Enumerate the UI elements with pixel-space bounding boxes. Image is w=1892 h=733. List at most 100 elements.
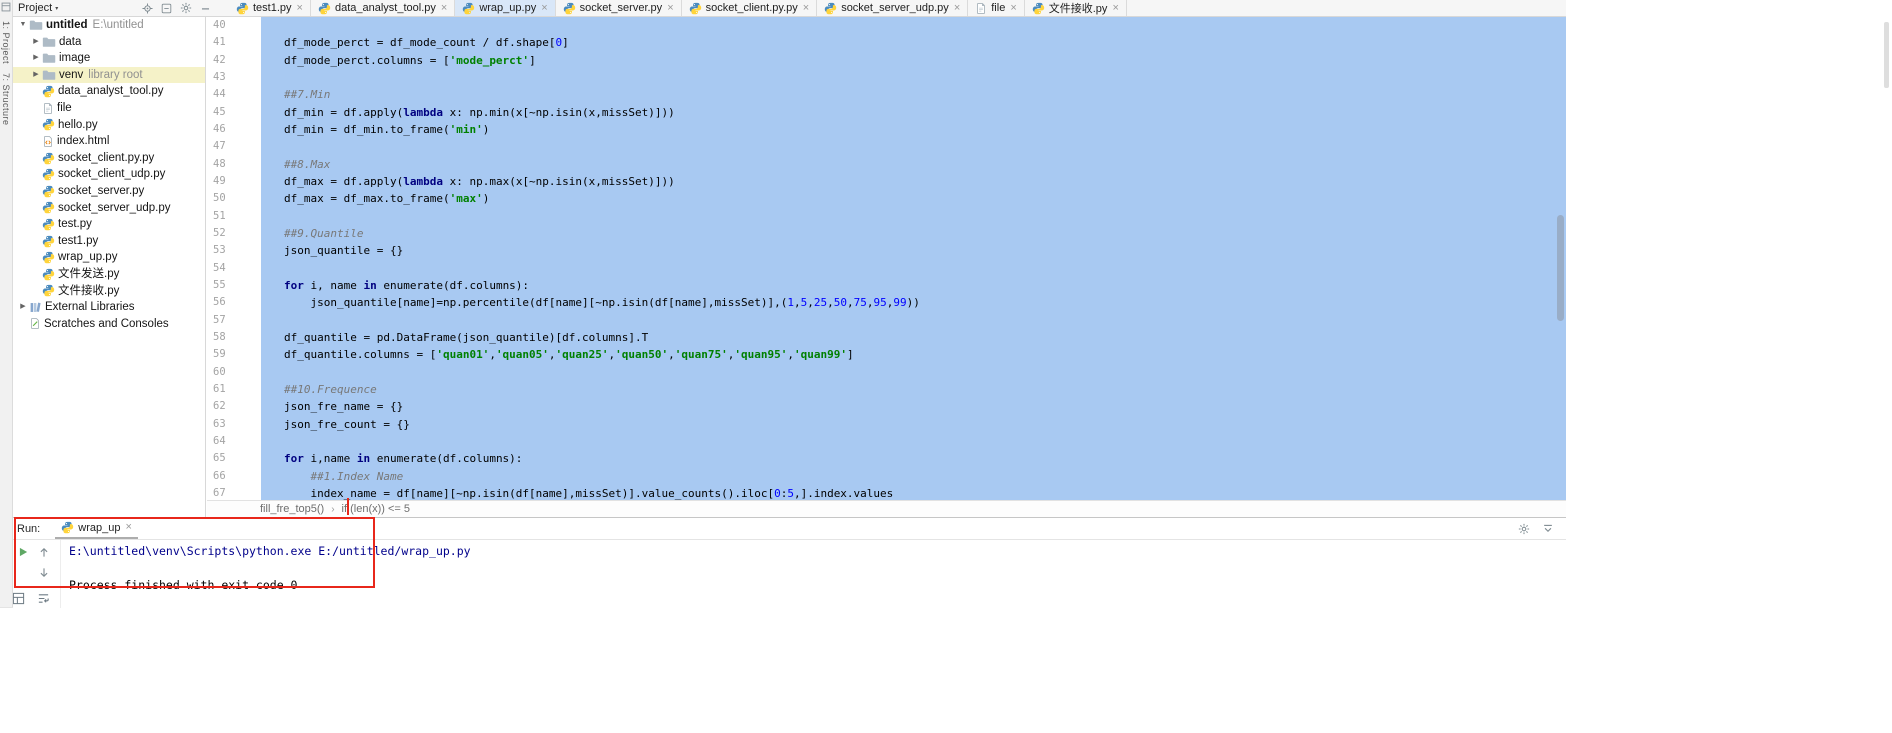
line-number[interactable]: 45: [207, 104, 261, 121]
code-text[interactable]: df_quantile = pd.DataFrame(json_quantile…: [261, 328, 1566, 347]
line-number[interactable]: 47: [207, 138, 261, 155]
code-text[interactable]: for i, name in enumerate(df.columns):: [261, 276, 1566, 295]
restore-layout-icon[interactable]: [12, 592, 25, 605]
caret-down-icon[interactable]: ▾: [55, 5, 58, 12]
close-icon[interactable]: ×: [1010, 2, 1016, 14]
line-number[interactable]: 48: [207, 156, 261, 173]
tab-socket-server-udp-py[interactable]: socket_server_udp.py ×: [817, 0, 969, 16]
code-text[interactable]: ##10.Frequence: [261, 380, 1566, 399]
line-number[interactable]: 46: [207, 121, 261, 138]
code-text[interactable]: ##1.Index Name: [261, 467, 1566, 485]
breadcrumb-item-fill-fre-top5[interactable]: fill_fre_top5(): [260, 503, 324, 515]
line-number[interactable]: 40: [207, 17, 261, 34]
code-text[interactable]: [261, 432, 1566, 451]
tree-item-test-py[interactable]: test.py: [13, 216, 205, 233]
code-text[interactable]: for i,name in enumerate(df.columns):: [261, 450, 1566, 468]
close-icon[interactable]: ×: [125, 522, 131, 533]
tree-item-file[interactable]: file: [13, 100, 205, 117]
code-text[interactable]: [261, 259, 1566, 277]
code-text[interactable]: json_quantile[name]=np.percentile(df[nam…: [261, 294, 1566, 312]
line-number[interactable]: 52: [207, 225, 261, 242]
tree-item-venv[interactable]: ▶ venv library root: [13, 66, 205, 84]
hide-panel-icon[interactable]: [1542, 523, 1554, 535]
close-icon[interactable]: ×: [954, 2, 960, 14]
close-icon[interactable]: ×: [297, 2, 303, 14]
rerun-icon[interactable]: [17, 546, 29, 558]
code-text[interactable]: df_max = df_max.to_frame('max'): [261, 190, 1566, 208]
line-number[interactable]: 54: [207, 260, 261, 277]
line-number[interactable]: 57: [207, 312, 261, 329]
code-text[interactable]: [261, 17, 1566, 35]
code-text[interactable]: json_fre_name = {}: [261, 398, 1566, 416]
code-text[interactable]: ##7.Min: [261, 86, 1566, 104]
tree-item-wrap-up-py[interactable]: wrap_up.py: [13, 249, 205, 266]
tree-item-untitled[interactable]: ▼ untitled E:\untitled: [13, 17, 205, 34]
line-number[interactable]: 64: [207, 433, 261, 450]
tree-item-index-html[interactable]: index.html: [13, 133, 205, 150]
line-number[interactable]: 67: [207, 485, 261, 500]
code-text[interactable]: df_quantile.columns = ['quan01','quan05'…: [261, 346, 1566, 364]
tree-item-socket-client-py-py[interactable]: socket_client.py.py: [13, 150, 205, 167]
tab-文件接收-py[interactable]: 文件接收.py ×: [1025, 0, 1127, 16]
hide-panel-minus-icon[interactable]: [200, 3, 211, 14]
tab-wrap-up-py[interactable]: wrap_up.py ×: [455, 0, 556, 16]
code-text[interactable]: df_mode_perct = df_mode_count / df.shape…: [261, 34, 1566, 52]
chevron-closed-icon[interactable]: ▶: [17, 299, 29, 316]
line-number[interactable]: 53: [207, 242, 261, 259]
tool-window-icon[interactable]: [1, 2, 11, 12]
tree-item-scratches-and-consoles[interactable]: Scratches and Consoles: [13, 316, 205, 333]
tree-item-socket-server-py[interactable]: socket_server.py: [13, 183, 205, 200]
close-icon[interactable]: ×: [441, 2, 447, 14]
line-number[interactable]: 55: [207, 277, 261, 294]
code-text[interactable]: df_min = df_min.to_frame('min'): [261, 120, 1566, 139]
tree-item-文件发送-py[interactable]: 文件发送.py: [13, 266, 205, 283]
line-number[interactable]: 61: [207, 381, 261, 398]
line-number[interactable]: 63: [207, 416, 261, 433]
stripe-button-7-structure[interactable]: 7: Structure: [1, 73, 11, 126]
tree-item-image[interactable]: ▶ image: [13, 50, 205, 67]
breadcrumb-item-if-len-x-5[interactable]: if (len(x)) <= 5: [342, 503, 410, 515]
line-number[interactable]: 42: [207, 52, 261, 69]
line-number[interactable]: 43: [207, 69, 261, 86]
tab-socket-client-py-py[interactable]: socket_client.py.py ×: [682, 0, 818, 16]
tree-item-socket-server-udp-py[interactable]: socket_server_udp.py: [13, 200, 205, 217]
code-text[interactable]: [261, 207, 1566, 225]
code-text[interactable]: [261, 311, 1566, 329]
line-number[interactable]: 56: [207, 294, 261, 311]
chevron-closed-icon[interactable]: ▶: [30, 67, 42, 84]
line-number[interactable]: 49: [207, 173, 261, 190]
tree-item-external-libraries[interactable]: ▶ External Libraries: [13, 299, 205, 316]
line-number[interactable]: 44: [207, 86, 261, 103]
tab-socket-server-py[interactable]: socket_server.py ×: [556, 0, 682, 16]
down-arrow-icon[interactable]: [38, 567, 50, 579]
code-text[interactable]: [261, 363, 1566, 381]
tree-item-socket-client-udp-py[interactable]: socket_client_udp.py: [13, 166, 205, 183]
line-number[interactable]: 59: [207, 346, 261, 363]
up-arrow-icon[interactable]: [38, 546, 50, 558]
chevron-open-icon[interactable]: ▼: [17, 17, 29, 34]
tree-item-data[interactable]: ▶ data: [13, 34, 205, 51]
stripe-button-1-project[interactable]: 1: Project: [1, 21, 11, 64]
code-text[interactable]: [261, 138, 1566, 156]
close-icon[interactable]: ×: [541, 2, 547, 14]
line-number[interactable]: 60: [207, 364, 261, 381]
tree-item-data-analyst-tool-py[interactable]: data_analyst_tool.py: [13, 83, 205, 100]
code-text[interactable]: json_fre_count = {}: [261, 415, 1566, 433]
code-text[interactable]: [261, 68, 1566, 87]
close-icon[interactable]: ×: [803, 2, 809, 14]
code-text[interactable]: ##9.Quantile: [261, 224, 1566, 243]
settings-gear-icon[interactable]: [180, 2, 192, 14]
line-number[interactable]: 51: [207, 208, 261, 225]
close-icon[interactable]: ×: [667, 2, 673, 14]
tab-file[interactable]: file ×: [968, 0, 1025, 16]
locate-file-icon[interactable]: [142, 2, 153, 14]
line-number[interactable]: 62: [207, 398, 261, 415]
tree-item-hello-py[interactable]: hello.py: [13, 117, 205, 134]
line-number[interactable]: 58: [207, 329, 261, 346]
tree-item-文件接收-py[interactable]: 文件接收.py: [13, 283, 205, 300]
line-number[interactable]: 41: [207, 34, 261, 51]
code-text[interactable]: df_max = df.apply(lambda x: np.max(x[~np…: [261, 172, 1566, 191]
soft-wrap-icon[interactable]: [37, 592, 50, 605]
code-text[interactable]: df_mode_perct.columns = ['mode_perct']: [261, 51, 1566, 69]
chevron-closed-icon[interactable]: ▶: [30, 34, 42, 51]
